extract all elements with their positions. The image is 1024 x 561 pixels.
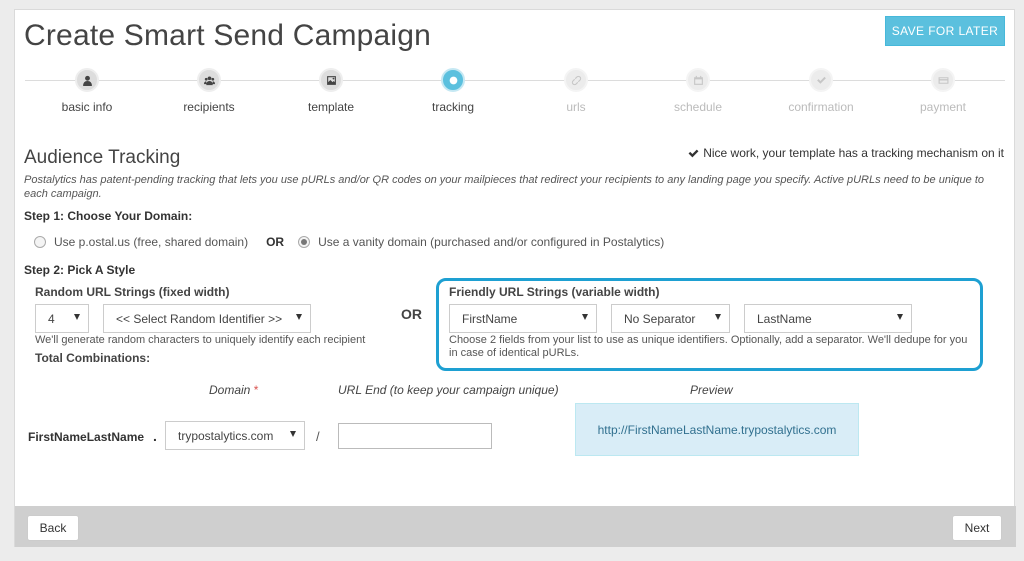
url-end-input[interactable] (338, 423, 492, 449)
image-icon (319, 68, 343, 92)
step1-heading: Step 1: Choose Your Domain: (24, 209, 193, 223)
radio-shared-label: Use p.ostal.us (free, shared domain) (54, 235, 249, 249)
step-label: urls (566, 100, 586, 114)
radio-shared-domain[interactable] (34, 236, 46, 248)
select-value: LastName (757, 311, 812, 326)
step-recipients[interactable]: recipients (149, 68, 269, 114)
preview-header: Preview (690, 383, 733, 397)
step-label: template (307, 100, 355, 114)
step-label: schedule (673, 100, 723, 114)
step-tracking[interactable]: tracking (393, 68, 513, 114)
caret-down-icon (290, 431, 296, 437)
caret-down-icon (296, 314, 302, 320)
separator-select[interactable]: No Separator (611, 304, 730, 333)
select-value: FirstName (462, 311, 518, 326)
section-heading: Audience Tracking (24, 147, 181, 168)
circle-icon (441, 68, 465, 92)
step-basic-info[interactable]: basic info (27, 68, 147, 114)
friendly-help: Choose 2 fields from your list to use as… (449, 334, 968, 359)
friendly-url-label: Friendly URL Strings (variable width) (449, 285, 660, 299)
select-value: No Separator (624, 311, 696, 326)
calendar-icon (686, 68, 710, 92)
dot-separator: . (153, 428, 157, 444)
caret-down-icon (715, 314, 721, 320)
step-schedule[interactable]: schedule (638, 68, 758, 114)
caret-down-icon (74, 314, 80, 320)
step-label: confirmation (788, 100, 854, 114)
step-label: payment (919, 100, 967, 114)
select-value: 4 (48, 311, 55, 326)
slash-separator: / (316, 429, 320, 444)
friendly-field1-select[interactable]: FirstName (449, 304, 597, 333)
friendly-field2-select[interactable]: LastName (744, 304, 912, 333)
random-identifier-select[interactable]: << Select Random Identifier >> (103, 304, 311, 333)
radio-vanity-label: Use a vanity domain (purchased and/or co… (318, 235, 665, 249)
tracking-intro: Postalytics has patent-pending tracking … (24, 174, 984, 200)
credit-card-icon (931, 68, 955, 92)
page-title: Create Smart Send Campaign (24, 19, 432, 52)
campaign-card: Create Smart Send Campaign SAVE FOR LATE… (14, 9, 1016, 547)
random-length-select[interactable]: 4 (35, 304, 89, 333)
footer-bar: Back Next (15, 506, 1016, 547)
select-value: trypostalytics.com (178, 428, 274, 443)
total-combinations-label: Total Combinations: (35, 351, 151, 365)
check-icon (809, 68, 833, 92)
domain-choice: Use p.ostal.us (free, shared domain) OR … (34, 235, 664, 249)
step-payment[interactable]: payment (883, 68, 1003, 114)
link-icon (564, 68, 588, 92)
caret-down-icon (897, 314, 903, 320)
back-button[interactable]: Back (27, 515, 79, 541)
caret-down-icon (582, 314, 588, 320)
domain-header-text: Domain (209, 383, 251, 397)
step2-heading: Step 2: Pick A Style (24, 263, 136, 277)
domain-select[interactable]: trypostalytics.com (165, 421, 305, 450)
select-value: << Select Random Identifier >> (116, 311, 283, 326)
user-icon (75, 68, 99, 92)
check-icon (688, 149, 699, 157)
step-label: tracking (431, 100, 475, 114)
step-urls[interactable]: urls (516, 68, 636, 114)
step-confirmation[interactable]: confirmation (761, 68, 881, 114)
step-label: recipients (183, 100, 235, 114)
or-label: OR (266, 235, 285, 249)
random-help: We'll generate random characters to uniq… (35, 334, 366, 346)
tracking-notice-text: Nice work, your template has a tracking … (703, 146, 1004, 160)
save-for-later-button[interactable]: SAVE FOR LATER (885, 16, 1005, 46)
url-end-header: URL End (to keep your campaign unique) (338, 383, 559, 397)
purl-string: FirstNameLastName (28, 430, 145, 444)
required-mark: * (253, 383, 259, 397)
users-icon (197, 68, 221, 92)
step-template[interactable]: template (271, 68, 391, 114)
random-url-label: Random URL Strings (fixed width) (35, 285, 230, 299)
tracking-notice: Nice work, your template has a tracking … (688, 146, 1004, 160)
domain-header: Domain * (209, 383, 258, 397)
url-preview: http://FirstNameLastName.trypostalytics.… (575, 403, 859, 456)
radio-vanity-domain[interactable] (298, 236, 311, 248)
or-divider: OR (401, 306, 422, 322)
next-button[interactable]: Next (952, 515, 1002, 541)
step-label: basic info (61, 100, 113, 114)
